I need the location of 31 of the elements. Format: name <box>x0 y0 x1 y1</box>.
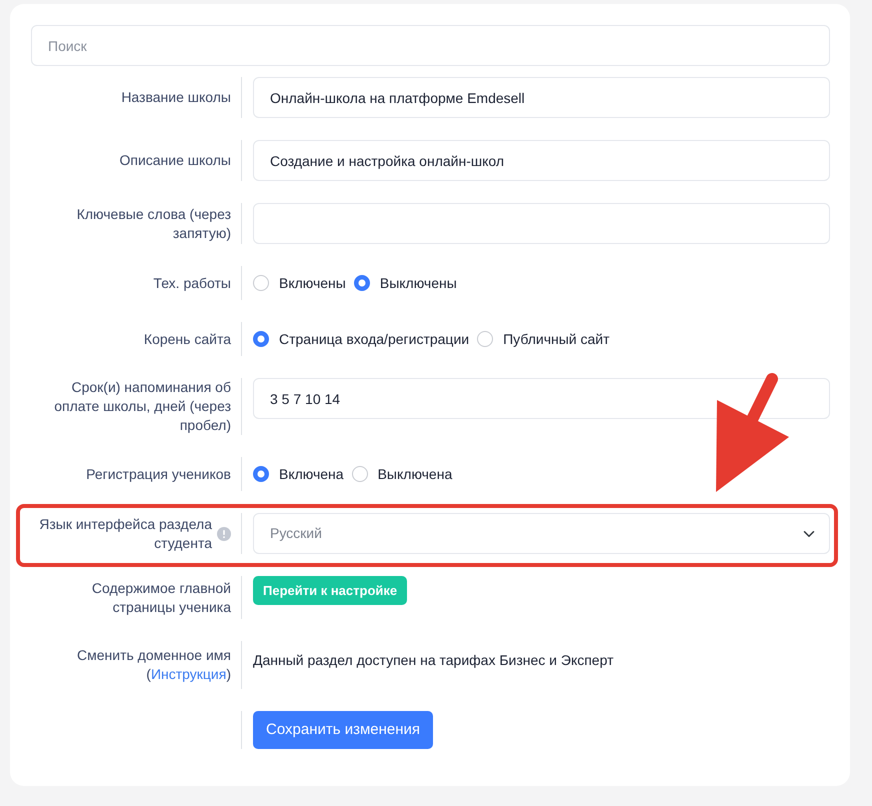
radio-button[interactable] <box>352 466 368 482</box>
radio-button[interactable] <box>477 331 494 347</box>
text-field[interactable]: Создание и настройка онлайн-школ <box>253 140 830 181</box>
text-field[interactable]: 3 5 7 10 14 <box>253 378 830 419</box>
radio-button[interactable] <box>354 275 370 291</box>
radio-label[interactable]: Включена <box>279 464 344 484</box>
field-label: Описание школы <box>119 151 231 170</box>
field-label: Язык интерфейса раздела студента <box>38 514 212 552</box>
radio-button[interactable] <box>253 466 269 482</box>
radio-label[interactable]: Выключена <box>378 464 452 484</box>
search-field[interactable]: Поиск <box>31 25 830 66</box>
radio-label[interactable]: Включены <box>279 272 346 294</box>
instruction-link[interactable]: Инструкция <box>150 666 226 682</box>
field-label: Регистрация учеников <box>86 464 231 484</box>
radio-button[interactable] <box>253 275 269 291</box>
field-label: Сменить доменное имя (Инструкция) <box>76 646 231 684</box>
field-label: Содержимое главной страницы ученика <box>90 578 231 616</box>
language-select[interactable]: Русский <box>253 513 830 554</box>
field-label: Срок(и) напоминания об оплате школы, дней (через пробел) <box>53 378 231 435</box>
text-field[interactable] <box>253 203 830 244</box>
field-label: Тех. работы <box>153 274 231 292</box>
radio-label[interactable]: Страница входа/регистрации <box>279 328 470 350</box>
info-text: Данный раздел доступен на тарифах Бизнес и Эксперт <box>253 651 614 670</box>
radio-label[interactable]: Выключены <box>380 272 457 294</box>
save-button[interactable]: Сохранить изменения <box>253 711 434 749</box>
field-label: Корень сайта <box>144 330 231 348</box>
radio-label[interactable]: Публичный сайт <box>503 328 610 350</box>
field-label: Ключевые слова (через запятую) <box>76 204 231 242</box>
text-field[interactable]: Онлайн-школа на платформе Emdesell <box>253 77 830 118</box>
field-label: Название школы <box>121 88 231 107</box>
radio-button[interactable] <box>253 331 269 347</box>
